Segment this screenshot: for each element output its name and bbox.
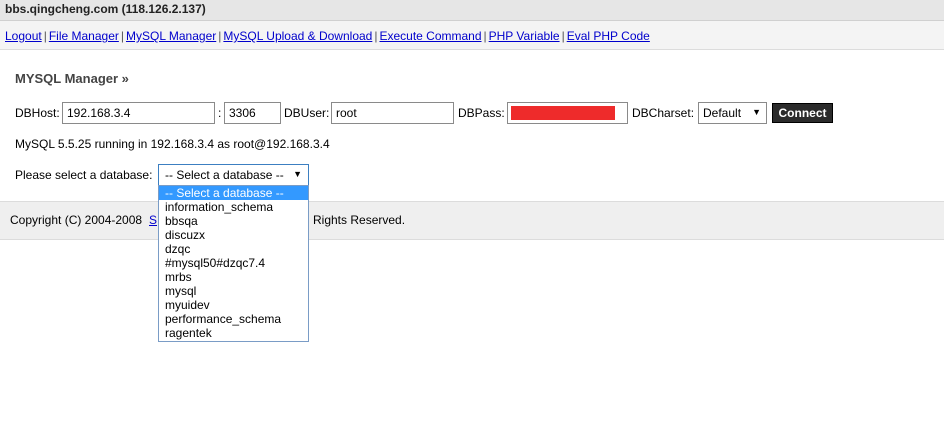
nav-separator: | (561, 29, 565, 43)
database-option[interactable]: performance_schema (159, 312, 308, 326)
page-title: MYSQL Manager » (15, 71, 129, 86)
nav-link-mysql-manager[interactable]: MySQL Manager (126, 29, 216, 43)
nav-link-eval-php-code[interactable]: Eval PHP Code (567, 29, 650, 43)
database-option[interactable]: dzqc (159, 242, 308, 256)
dbhost-label: DBHost: (15, 106, 60, 120)
database-option[interactable]: bbsqa (159, 214, 308, 228)
dbcharset-select[interactable]: Default ▼ (698, 102, 767, 124)
nav-link-php-variable[interactable]: PHP Variable (489, 29, 560, 43)
connect-button[interactable]: Connect (772, 103, 833, 123)
window-title: bbs.qingcheng.com (118.126.2.137) (5, 2, 206, 16)
dbpass-input[interactable] (507, 102, 628, 124)
database-option[interactable]: myuidev (159, 298, 308, 312)
nav-links: Logout | File Manager | MySQL Manager | MySQL … (5, 29, 650, 43)
database-selected-value: -- Select a database -- (165, 168, 284, 182)
dbpass-label: DBPass: (458, 106, 505, 120)
chevron-down-icon: ▼ (752, 107, 761, 117)
connection-status: MySQL 5.5.25 running in 192.168.3.4 as r… (15, 137, 330, 151)
nav-bar: Logout | File Manager | MySQL Manager | MySQL … (0, 21, 944, 50)
dbhost-input[interactable]: 192.168.3.4 (62, 102, 215, 124)
nav-separator: | (43, 29, 47, 43)
footer: Copyright (C) 2004-2008 S Rights Reserve… (0, 201, 944, 240)
dbcharset-label: DBCharset: (632, 106, 695, 120)
database-option[interactable]: #mysql50#dzqc7.4 (159, 256, 308, 270)
database-select[interactable]: -- Select a database -- ▼ (158, 164, 309, 186)
footer-copyright: Copyright (C) 2004-2008 (10, 213, 143, 227)
redaction-mark (511, 106, 615, 120)
window-titlebar: bbs.qingcheng.com (118.126.2.137) (0, 0, 944, 21)
database-option[interactable]: mrbs (159, 270, 308, 284)
nav-separator: | (483, 29, 487, 43)
nav-separator: | (374, 29, 378, 43)
nav-separator: | (120, 29, 124, 43)
database-option[interactable]: mysql (159, 284, 308, 298)
database-option[interactable]: discuzx (159, 228, 308, 242)
port-separator: : (218, 106, 222, 120)
database-label: Please select a database: (15, 168, 153, 182)
footer-link[interactable]: S (149, 213, 157, 227)
database-option[interactable]: ragentek (159, 326, 308, 340)
nav-link-file-manager[interactable]: File Manager (49, 29, 119, 43)
nav-link-execute-command[interactable]: Execute Command (379, 29, 481, 43)
nav-link-logout[interactable]: Logout (5, 29, 42, 43)
dbcharset-value: Default (703, 106, 742, 120)
footer-rights: Rights Reserved. (313, 213, 406, 227)
nav-separator: | (218, 29, 222, 43)
port-input[interactable]: 3306 (224, 102, 281, 124)
nav-link-mysql-upload-download[interactable]: MySQL Upload & Download (223, 29, 372, 43)
chevron-down-icon: ▼ (293, 169, 302, 179)
database-option[interactable]: -- Select a database -- (159, 186, 308, 200)
database-option[interactable]: information_schema (159, 200, 308, 214)
dbuser-input[interactable]: root (331, 102, 454, 124)
database-dropdown-list[interactable]: -- Select a database -- information_schem… (158, 185, 309, 342)
dbuser-label: DBUser: (284, 106, 330, 120)
